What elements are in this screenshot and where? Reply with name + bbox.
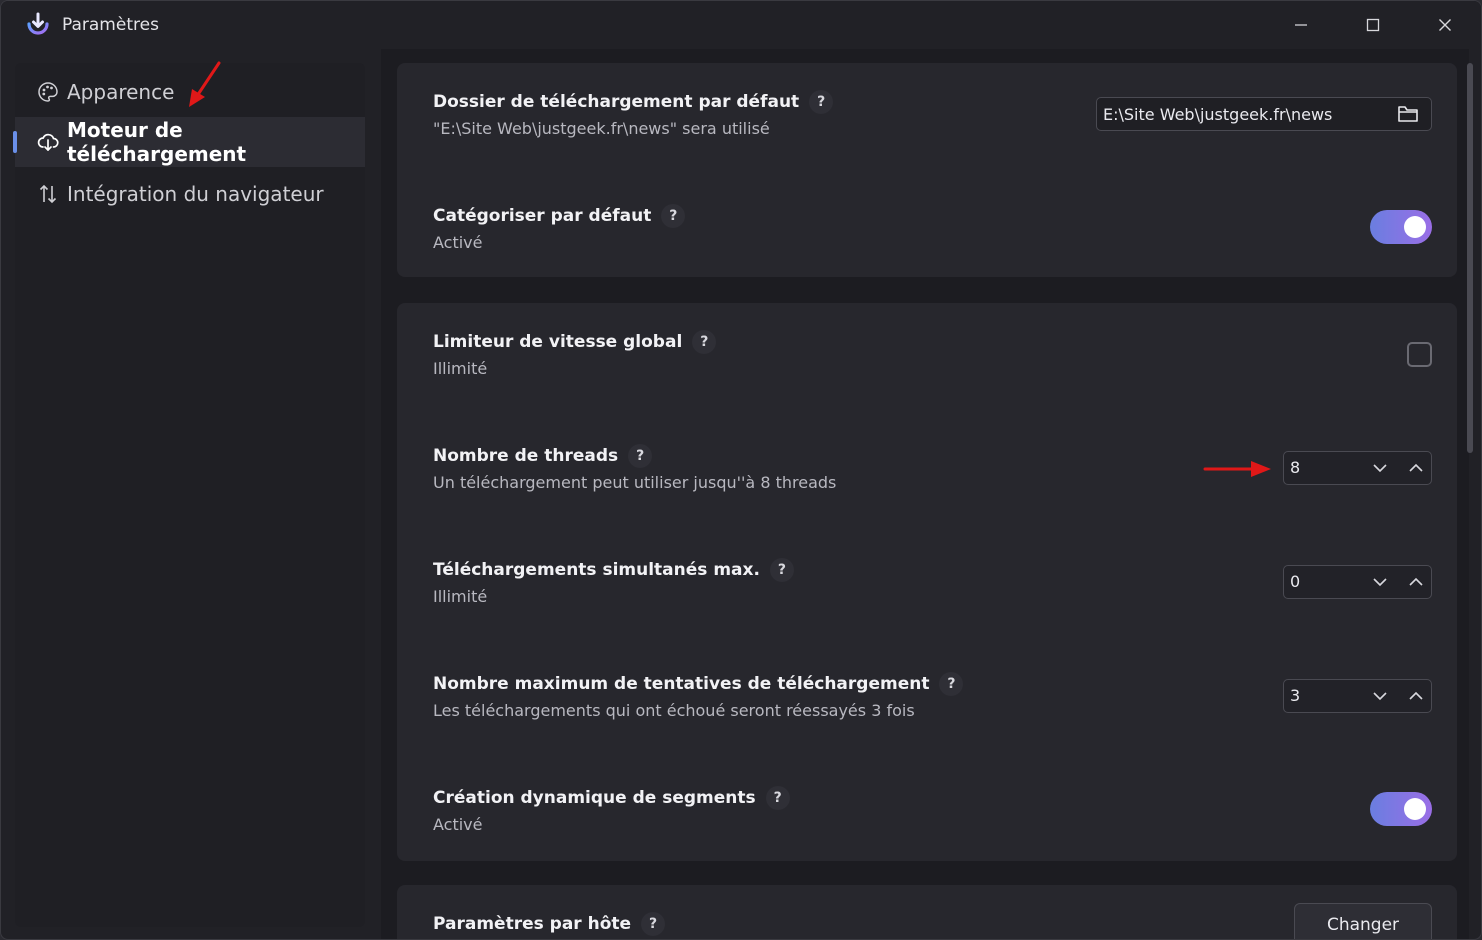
setting-subtitle: Activé bbox=[433, 233, 483, 252]
sidebar-item-label: Moteur de téléchargement bbox=[67, 118, 247, 166]
folder-icon[interactable] bbox=[1397, 104, 1419, 124]
speed-limiter-checkbox[interactable] bbox=[1407, 342, 1432, 367]
setting-subtitle: Un téléchargement peut utiliser jusqu''à… bbox=[433, 473, 837, 492]
sidebar-item-integration[interactable]: Intégration du navigateur bbox=[15, 169, 365, 219]
window-title: Paramètres bbox=[62, 15, 159, 35]
help-button[interactable]: ? bbox=[765, 786, 790, 810]
increment-button[interactable] bbox=[1402, 684, 1430, 708]
minimize-button[interactable] bbox=[1269, 1, 1333, 49]
chevron-up-icon bbox=[1409, 463, 1423, 472]
stepper-value[interactable]: 8 bbox=[1290, 458, 1300, 477]
setting-subtitle: Illimité bbox=[433, 359, 488, 378]
decrement-button[interactable] bbox=[1366, 456, 1394, 480]
setting-max-retries: Nombre maximum de tentatives de téléchar… bbox=[433, 672, 964, 720]
sidebar-item-apparence[interactable]: Apparence bbox=[15, 67, 365, 117]
close-icon bbox=[1439, 19, 1451, 31]
max-simultaneous-stepper[interactable]: 0 bbox=[1283, 565, 1432, 599]
sidebar-item-label: Apparence bbox=[67, 80, 175, 104]
setting-title: Catégoriser par défaut bbox=[433, 206, 652, 226]
title-bar: Paramètres bbox=[1, 1, 1481, 49]
help-button[interactable]: ? bbox=[939, 672, 964, 696]
help-button[interactable]: ? bbox=[692, 330, 717, 354]
setting-threads: Nombre de threads ? Un téléchargement pe… bbox=[433, 444, 837, 492]
help-button[interactable]: ? bbox=[809, 90, 834, 114]
maximize-icon bbox=[1366, 18, 1380, 32]
stepper-value[interactable]: 0 bbox=[1290, 572, 1300, 591]
setting-title: Limiteur de vitesse global bbox=[433, 332, 683, 352]
setting-title: Téléchargements simultanés max. bbox=[433, 560, 760, 580]
toggle-knob bbox=[1404, 216, 1426, 238]
categorize-toggle[interactable] bbox=[1370, 210, 1432, 244]
chevron-up-icon bbox=[1409, 691, 1423, 700]
increment-button[interactable] bbox=[1402, 570, 1430, 594]
up-down-arrows-icon bbox=[37, 183, 59, 205]
setting-subtitle: Activé bbox=[433, 815, 483, 834]
minimize-icon bbox=[1295, 24, 1307, 26]
help-button[interactable]: ? bbox=[628, 444, 653, 468]
app-logo-icon bbox=[27, 12, 49, 35]
download-folder-input[interactable]: E:\Site Web\justgeek.fr\news bbox=[1096, 97, 1432, 131]
palette-icon bbox=[37, 81, 59, 103]
help-button[interactable]: ? bbox=[641, 912, 666, 936]
setting-title: Création dynamique de segments bbox=[433, 788, 756, 808]
setting-subtitle: Illimité bbox=[433, 587, 488, 606]
sidebar-item-label: Intégration du navigateur bbox=[67, 182, 324, 206]
sidebar: Apparence Moteur de téléchargement Intég… bbox=[13, 63, 365, 927]
change-button[interactable]: Changer bbox=[1294, 903, 1432, 939]
increment-button[interactable] bbox=[1402, 456, 1430, 480]
chevron-down-icon bbox=[1373, 578, 1387, 587]
setting-max-simultaneous: Téléchargements simultanés max. ? Illimi… bbox=[433, 558, 794, 606]
maximize-button[interactable] bbox=[1341, 1, 1405, 49]
setting-title: Nombre de threads bbox=[433, 446, 619, 466]
chevron-down-icon bbox=[1373, 464, 1387, 473]
download-folder-value: E:\Site Web\justgeek.fr\news bbox=[1103, 104, 1333, 124]
chevron-up-icon bbox=[1409, 577, 1423, 586]
decrement-button[interactable] bbox=[1366, 570, 1394, 594]
decrement-button[interactable] bbox=[1366, 684, 1394, 708]
close-button[interactable] bbox=[1413, 1, 1477, 49]
help-button[interactable]: ? bbox=[661, 204, 686, 228]
setting-dynamic-segments: Création dynamique de segments ? Activé bbox=[433, 786, 790, 834]
setting-subtitle: "E:\Site Web\justgeek.fr\news" sera util… bbox=[433, 119, 770, 138]
settings-window: Paramètres Apparence Moteur de télécharg… bbox=[0, 0, 1482, 940]
setting-title: Dossier de téléchargement par défaut bbox=[433, 92, 800, 112]
setting-categorize: Catégoriser par défaut ? Activé bbox=[433, 204, 686, 252]
threads-stepper[interactable]: 8 bbox=[1283, 451, 1432, 485]
chevron-down-icon bbox=[1373, 692, 1387, 701]
cloud-download-icon bbox=[37, 131, 59, 153]
stepper-value[interactable]: 3 bbox=[1290, 686, 1300, 705]
setting-title: Paramètres par hôte bbox=[433, 914, 632, 934]
setting-title: Nombre maximum de tentatives de téléchar… bbox=[433, 674, 930, 694]
toggle-knob bbox=[1404, 798, 1426, 820]
help-button[interactable]: ? bbox=[769, 558, 794, 582]
setting-download-folder: Dossier de téléchargement par défaut ? "… bbox=[433, 90, 834, 138]
max-retries-stepper[interactable]: 3 bbox=[1283, 679, 1432, 713]
sidebar-item-moteur[interactable]: Moteur de téléchargement bbox=[13, 117, 365, 167]
dynamic-segments-toggle[interactable] bbox=[1370, 792, 1432, 826]
setting-per-host: Paramètres par hôte ? bbox=[433, 912, 666, 936]
setting-speed-limiter: Limiteur de vitesse global ? Illimité bbox=[433, 330, 717, 378]
setting-subtitle: Les téléchargements qui ont échoué seron… bbox=[433, 701, 915, 720]
scrollbar[interactable] bbox=[1467, 63, 1473, 453]
